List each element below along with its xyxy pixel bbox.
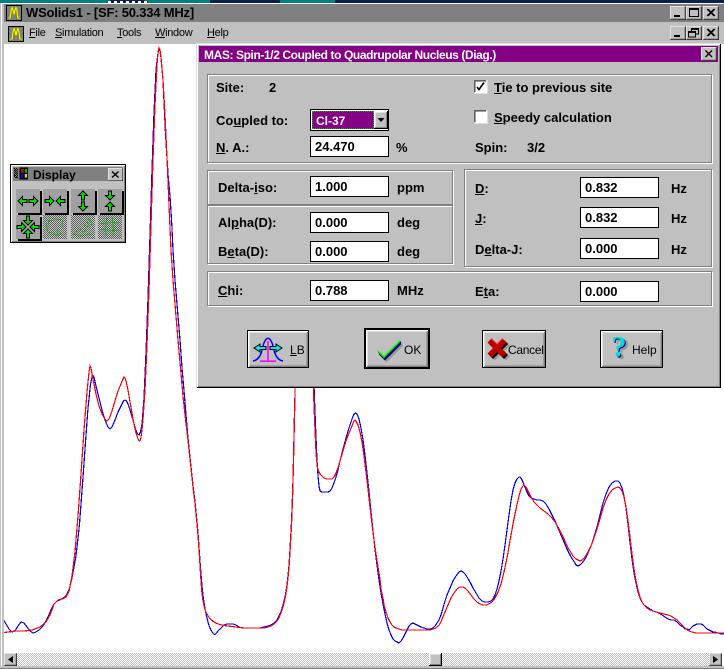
svg-text:?: ?	[612, 333, 627, 364]
